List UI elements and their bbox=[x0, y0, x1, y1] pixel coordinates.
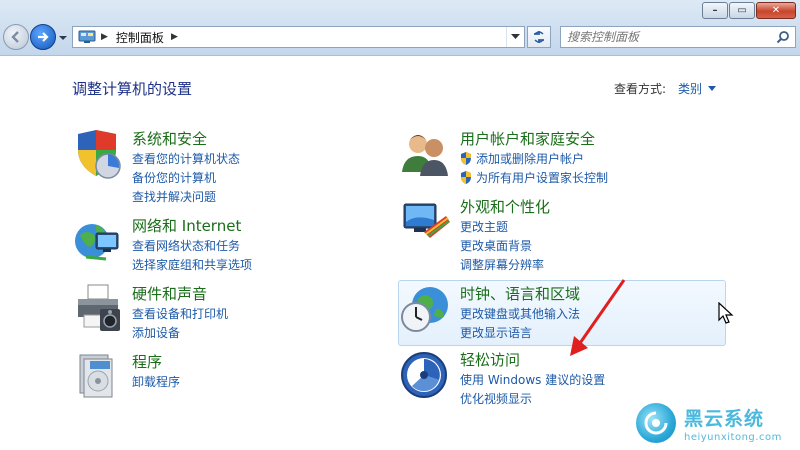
red-arrow-annotation-icon bbox=[570, 279, 626, 356]
refresh-icon bbox=[534, 31, 544, 43]
link-uninstall-program[interactable]: 卸载程序 bbox=[132, 373, 180, 392]
link-homegroup-sharing[interactable]: 选择家庭组和共享选项 bbox=[132, 256, 252, 275]
chevron-down-icon bbox=[511, 34, 520, 39]
link-troubleshoot[interactable]: 查找并解决问题 bbox=[132, 188, 240, 207]
link-change-theme[interactable]: 更改主题 bbox=[460, 218, 544, 237]
breadcrumb[interactable]: 控制面板 bbox=[116, 29, 164, 46]
category-links: 添加或删除用户帐户 为所有用户设置家长控制 bbox=[460, 150, 608, 188]
breadcrumb-separator-icon[interactable]: ▶ bbox=[101, 32, 108, 42]
link-view-computer-status[interactable]: 查看您的计算机状态 bbox=[132, 150, 240, 169]
window-chrome: – ▭ ✕ ▶ 控制面板 ▶ bbox=[0, 0, 800, 56]
category-title[interactable]: 轻松访问 bbox=[460, 349, 520, 370]
view-by-label: 查看方式: bbox=[614, 82, 667, 96]
users-icon bbox=[402, 135, 448, 176]
link-windows-recommended-settings[interactable]: 使用 Windows 建议的设置 bbox=[460, 371, 605, 390]
view-by-dropdown[interactable]: 类别 bbox=[678, 80, 717, 97]
refresh-button[interactable] bbox=[527, 26, 551, 48]
category-title[interactable]: 网络和 Internet bbox=[132, 215, 241, 236]
page-title: 调整计算机的设置 bbox=[72, 80, 193, 98]
back-button[interactable] bbox=[3, 24, 29, 50]
programs-icon bbox=[79, 354, 113, 398]
breadcrumb-chevron-icon[interactable]: ▶ bbox=[171, 32, 178, 42]
chevron-down-icon bbox=[708, 86, 717, 91]
link-backup-computer[interactable]: 备份您的计算机 bbox=[132, 169, 240, 188]
maximize-button[interactable]: ▭ bbox=[729, 2, 755, 19]
link-add-device[interactable]: 添加设备 bbox=[132, 324, 228, 343]
watermark-domain: heiyunxitong.com bbox=[684, 431, 782, 443]
watermark: 黑云系统 heiyunxitong.com bbox=[636, 400, 796, 446]
forward-button[interactable] bbox=[30, 24, 56, 50]
search-icon[interactable] bbox=[776, 30, 790, 44]
window-buttons: – ▭ ✕ bbox=[701, 2, 796, 19]
category-title[interactable]: 程序 bbox=[132, 351, 162, 372]
appearance-icon bbox=[403, 203, 450, 238]
cloud-logo-icon bbox=[636, 403, 676, 443]
uac-shield-icon bbox=[461, 152, 471, 165]
control-panel-icon bbox=[78, 30, 96, 43]
link-devices-printers[interactable]: 查看设备和打印机 bbox=[132, 305, 228, 324]
close-button[interactable]: ✕ bbox=[756, 2, 796, 19]
clock-globe-icon bbox=[401, 287, 448, 332]
category-links: 查看您的计算机状态 备份您的计算机 查找并解决问题 bbox=[132, 150, 240, 207]
uac-shield-icon bbox=[461, 171, 471, 184]
address-dropdown-button[interactable] bbox=[506, 27, 524, 47]
mouse-cursor-icon bbox=[718, 302, 734, 324]
search-box[interactable] bbox=[560, 26, 796, 48]
search-input[interactable] bbox=[567, 30, 767, 44]
link-change-background[interactable]: 更改桌面背景 bbox=[460, 237, 544, 256]
link-view-network-status[interactable]: 查看网络状态和任务 bbox=[132, 237, 252, 256]
link-screen-resolution[interactable]: 调整屏幕分辨率 bbox=[460, 256, 544, 275]
category-links: 查看设备和打印机 添加设备 bbox=[132, 305, 228, 343]
category-title[interactable]: 系统和安全 bbox=[132, 128, 207, 149]
link-text: 添加或删除用户帐户 bbox=[476, 152, 585, 166]
category-title[interactable]: 用户帐户和家庭安全 bbox=[460, 128, 595, 149]
arrow-left-icon bbox=[11, 31, 19, 43]
category-links: 卸载程序 bbox=[132, 373, 180, 392]
minimize-button[interactable]: – bbox=[702, 2, 728, 19]
category-title[interactable]: 外观和个性化 bbox=[460, 196, 550, 217]
printer-icon bbox=[78, 284, 120, 331]
shield-security-icon bbox=[78, 130, 121, 179]
category-links: 查看网络状态和任务 选择家庭组和共享选项 bbox=[132, 237, 252, 275]
link-text: 为所有用户设置家长控制 bbox=[476, 171, 609, 185]
watermark-name: 黑云系统 bbox=[684, 407, 765, 430]
category-links: 更改主题 更改桌面背景 调整屏幕分辨率 bbox=[460, 218, 544, 275]
network-globe-icon bbox=[75, 224, 119, 261]
link-parental-controls[interactable]: 为所有用户设置家长控制 bbox=[460, 169, 608, 188]
category-title[interactable]: 硬件和声音 bbox=[132, 283, 207, 304]
category-links: 使用 Windows 建议的设置 优化视频显示 bbox=[460, 371, 605, 409]
link-optimize-video[interactable]: 优化视频显示 bbox=[460, 390, 605, 409]
view-by-value: 类别 bbox=[678, 82, 703, 96]
ease-of-access-icon bbox=[401, 352, 447, 398]
arrow-right-icon bbox=[38, 32, 49, 42]
address-bar[interactable]: ▶ 控制面板 ▶ bbox=[72, 26, 525, 48]
history-dropdown-icon[interactable] bbox=[58, 33, 68, 43]
link-add-remove-accounts[interactable]: 添加或删除用户帐户 bbox=[460, 150, 608, 169]
